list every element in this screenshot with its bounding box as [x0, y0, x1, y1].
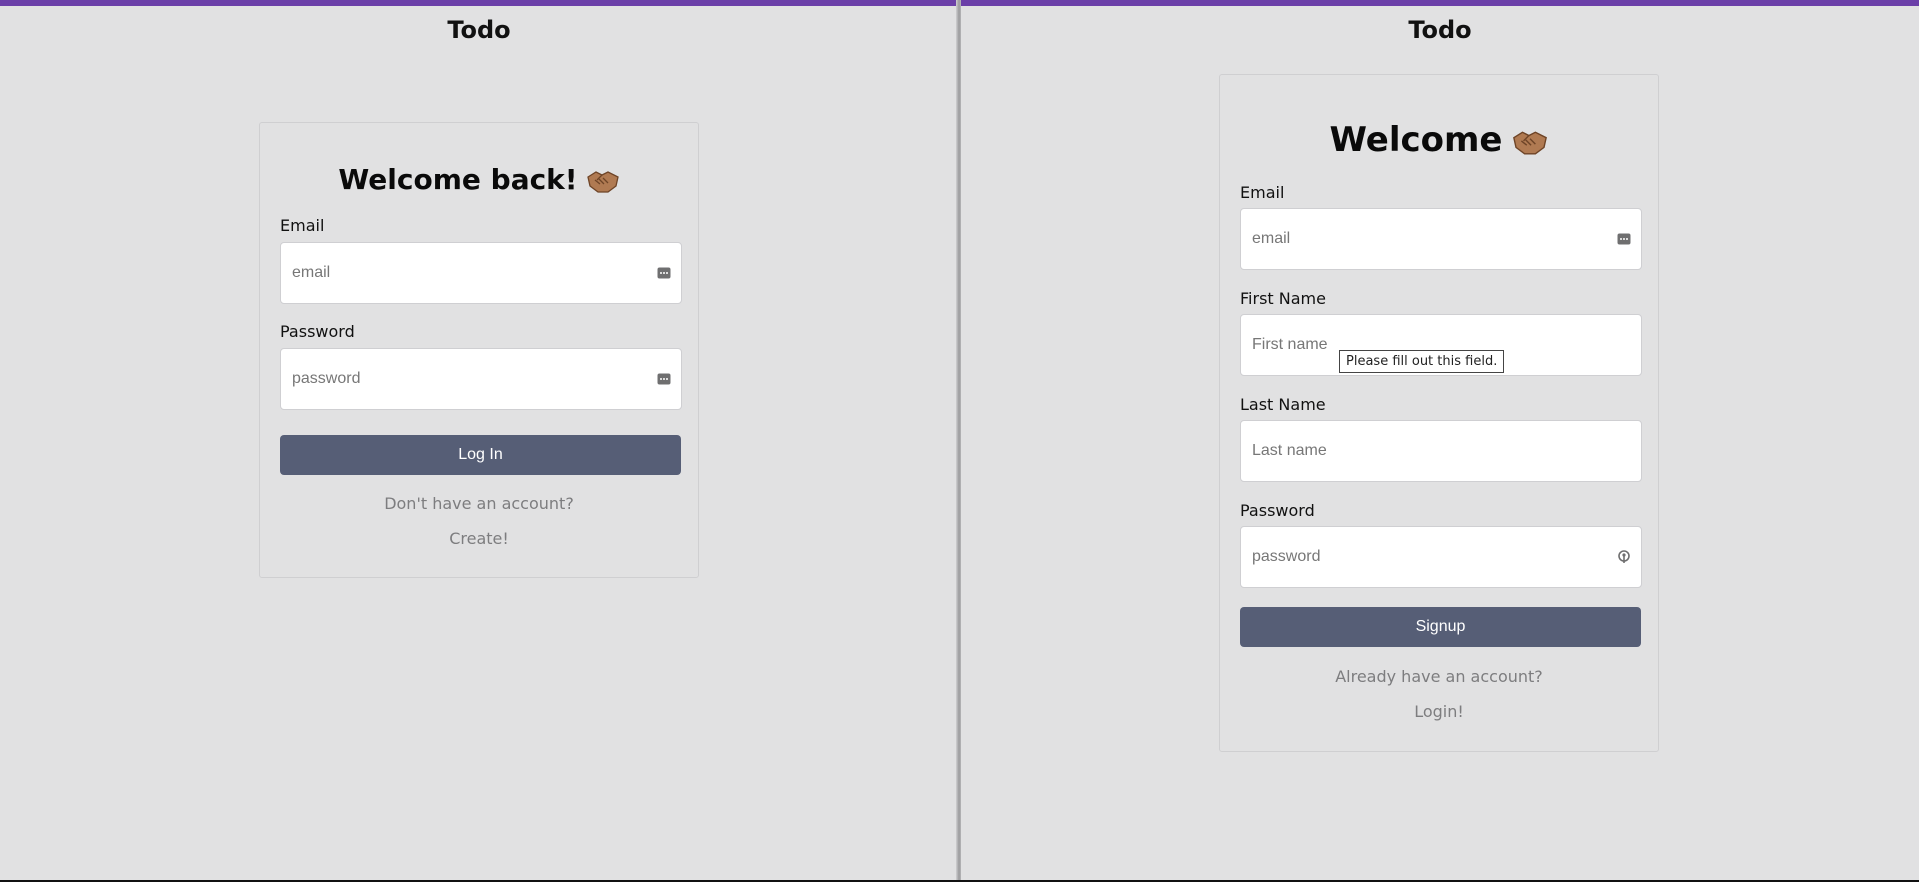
login-pane: Todo Welcome back! Email Password Log In…	[0, 0, 958, 880]
have-account-text: Already have an account?	[1335, 667, 1543, 686]
password-manager-icon[interactable]	[657, 266, 671, 280]
login-link[interactable]: Login!	[1220, 702, 1658, 721]
validation-tooltip: Please fill out this field.	[1339, 350, 1505, 373]
password-manager-icon[interactable]	[1617, 232, 1631, 246]
last-name-input[interactable]	[1240, 420, 1642, 482]
handshake-icon	[586, 171, 619, 193]
email-label: Email	[280, 216, 325, 235]
first-name-label: First Name	[1240, 289, 1326, 308]
password-manager-icon[interactable]	[657, 372, 671, 386]
signup-heading-text: Welcome	[1329, 120, 1503, 160]
login-heading-text: Welcome back!	[338, 163, 578, 196]
app-title: Todo	[1408, 16, 1472, 44]
signup-heading: Welcome	[1220, 120, 1658, 160]
app-title: Todo	[447, 16, 511, 44]
email-input[interactable]	[1240, 208, 1642, 270]
password-input[interactable]	[280, 348, 682, 410]
create-account-link[interactable]: Create!	[260, 529, 698, 548]
password-label: Password	[280, 322, 355, 341]
signup-pane: Todo Welcome Email First Name Last Name …	[961, 0, 1919, 880]
password-input[interactable]	[1240, 526, 1642, 588]
browser-viewport: Todo Welcome back! Email Password Log In…	[0, 0, 1919, 882]
handshake-icon	[1512, 131, 1547, 155]
signup-card: Welcome Email First Name Last Name Passw…	[1219, 74, 1659, 752]
email-label: Email	[1240, 183, 1285, 202]
password-label: Password	[1240, 501, 1315, 520]
email-input[interactable]	[280, 242, 682, 304]
signup-button[interactable]: Signup	[1240, 607, 1641, 647]
last-name-label: Last Name	[1240, 395, 1326, 414]
login-heading: Welcome back!	[260, 163, 698, 196]
login-button[interactable]: Log In	[280, 435, 681, 475]
key-icon[interactable]	[1617, 550, 1631, 564]
no-account-text: Don't have an account?	[384, 494, 574, 513]
login-card: Welcome back! Email Password Log In Don'…	[259, 122, 699, 578]
